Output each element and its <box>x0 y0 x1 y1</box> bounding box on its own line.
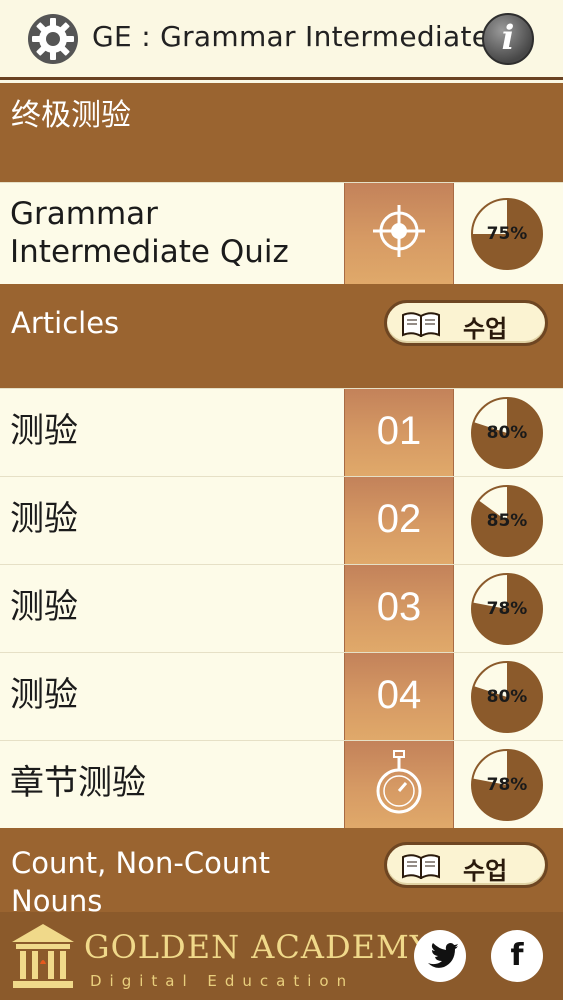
book-icon <box>402 854 440 879</box>
quiz-number-cell[interactable]: 04 <box>344 653 454 740</box>
quiz-number: 04 <box>376 673 422 717</box>
info-glyph: i <box>501 18 515 58</box>
quiz-number-cell[interactable]: 03 <box>344 565 454 652</box>
score-label: 78% <box>486 599 528 619</box>
lesson-button[interactable]: 수업 <box>384 842 548 888</box>
quiz-number-cell[interactable]: 02 <box>344 477 454 564</box>
section-title: Articles <box>11 306 120 340</box>
lesson-label: 수업 <box>463 857 508 885</box>
score-label: 75% <box>486 224 528 244</box>
quiz-row[interactable]: 测验 03 78% <box>0 564 563 652</box>
stopwatch-icon <box>376 750 422 814</box>
final-quiz-label: Grammar Intermediate Quiz <box>10 196 289 270</box>
quiz-label: 测验 <box>10 499 78 539</box>
count-noncount-section: Count, Non-Count Nouns 수업 <box>0 828 563 912</box>
chapter-test-label: 章节测验 <box>10 763 146 803</box>
quiz-number: 03 <box>376 585 422 629</box>
info-icon[interactable]: i <box>482 13 534 65</box>
brand-name: GOLDEN ACADEMY <box>84 928 432 966</box>
quiz-row[interactable]: 测验 02 85% <box>0 476 563 564</box>
score-label: 78% <box>486 775 528 795</box>
section-title: Count, Non-Count Nouns <box>11 846 270 912</box>
quiz-label: 测验 <box>10 587 78 627</box>
quiz-number: 01 <box>376 409 422 453</box>
chapter-test-cell[interactable] <box>344 741 454 828</box>
target-icon <box>373 205 425 257</box>
final-test-section: 终极测验 <box>0 83 563 182</box>
brand-tagline: Digital Education <box>90 972 355 990</box>
lesson-button[interactable]: 수업 <box>384 300 548 346</box>
app-header: GE : Grammar Intermediate i <box>0 0 563 80</box>
section-title: 终极测验 <box>11 98 131 133</box>
quiz-row[interactable]: 测验 01 80% <box>0 388 563 476</box>
quiz-row[interactable]: 测验 04 80% <box>0 652 563 740</box>
quiz-label: 测验 <box>10 411 78 451</box>
score-label: 80% <box>486 687 528 707</box>
articles-section: Articles 수업 <box>0 284 563 388</box>
quiz-label: 测验 <box>10 675 78 715</box>
footer-bar: GOLDEN ACADEMY Digital Education f <box>0 912 563 1000</box>
facebook-glyph: f <box>510 938 524 973</box>
score-label: 85% <box>486 511 528 531</box>
quiz-number: 02 <box>376 497 422 541</box>
chapter-test-row[interactable]: 章节测验 78% <box>0 740 563 828</box>
quiz-number-cell[interactable]: 01 <box>344 389 454 476</box>
final-quiz-target-cell[interactable] <box>344 183 454 284</box>
twitter-icon[interactable] <box>414 930 466 982</box>
final-quiz-row[interactable]: Grammar Intermediate Quiz 75% <box>0 182 563 284</box>
facebook-icon[interactable]: f <box>491 930 543 982</box>
twitter-bird-icon <box>428 943 458 968</box>
app-title: GE : Grammar Intermediate <box>92 20 490 53</box>
score-label: 80% <box>486 423 528 443</box>
book-icon <box>402 312 440 337</box>
lesson-label: 수업 <box>463 315 508 343</box>
academy-logo-icon <box>12 924 74 988</box>
gear-icon[interactable] <box>26 12 80 66</box>
